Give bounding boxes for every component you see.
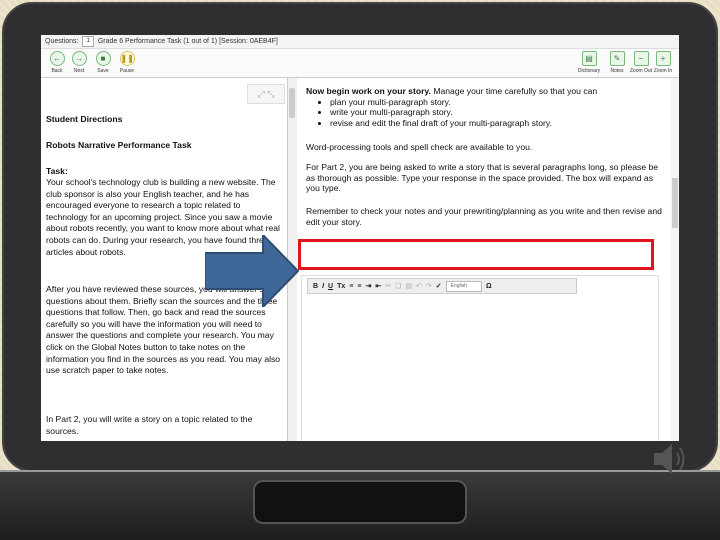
toolbar-highlight-box xyxy=(298,239,654,270)
instructions-bold: Now begin work on your story. xyxy=(306,86,431,96)
zoom-in-icon: + xyxy=(655,51,671,66)
outdent-icon[interactable]: ⇤ xyxy=(375,282,381,290)
cut-icon[interactable]: ✂ xyxy=(385,282,391,290)
special-character-button[interactable]: Ω xyxy=(486,283,492,290)
story-response-editor[interactable] xyxy=(301,275,659,441)
paste-icon[interactable]: ▤ xyxy=(405,282,412,290)
notes-icon: ✎ xyxy=(609,51,625,66)
list-item: write your multi-paragraph story. xyxy=(330,107,668,118)
zoom-in-button[interactable]: + Zoom In xyxy=(647,51,679,74)
bold-button[interactable]: B xyxy=(313,283,318,290)
list-item: revise and edit the final draft of your … xyxy=(330,118,668,129)
indent-icon[interactable]: ⇥ xyxy=(365,282,371,290)
laptop-trackpad xyxy=(253,480,467,524)
expand-pane-icon[interactable]: ⤢ ⤡ xyxy=(247,84,285,104)
directions-scroll-thumb[interactable] xyxy=(289,88,295,118)
italic-button[interactable]: I xyxy=(322,283,324,290)
list-item: plan your multi-paragraph story. xyxy=(330,97,668,108)
question-select[interactable]: 1 xyxy=(82,36,94,47)
redo-icon[interactable]: ↷ xyxy=(426,282,432,290)
tools-note: Word-processing tools and spell check ar… xyxy=(306,142,533,152)
remove-format-button[interactable]: Tx xyxy=(337,283,345,290)
next-arrow-icon: → xyxy=(71,51,87,66)
instructions-block: Now begin work on your story. Manage you… xyxy=(306,86,668,128)
instruction-list: plan your multi-paragraph story. write y… xyxy=(306,97,668,129)
bulleted-list-icon[interactable]: ≡ xyxy=(357,283,361,290)
response-scrollbar[interactable] xyxy=(671,78,679,441)
numbered-list-icon[interactable]: ≡ xyxy=(349,283,353,290)
questions-label: Questions: xyxy=(45,38,79,45)
part2-instructions: For Part 2, you are being asked to write… xyxy=(306,162,659,194)
instructions-rest: Manage your time carefully so that you c… xyxy=(430,86,598,96)
underline-button[interactable]: U xyxy=(328,283,333,290)
reminder-text: Remember to check your notes and your pr… xyxy=(306,206,662,227)
speaker-icon[interactable] xyxy=(650,438,690,480)
task-title: Robots Narrative Performance Task xyxy=(46,140,192,150)
questions-bar: Questions: 1 Grade 6 Performance Task (1… xyxy=(41,35,679,49)
directions-heading: Student Directions xyxy=(46,114,123,124)
undo-icon[interactable]: ↶ xyxy=(416,282,422,290)
test-toolbar: ← Back → Next ■ Save ❚❚ Pause ▤ Dictiona… xyxy=(41,49,679,78)
spellcheck-icon[interactable]: ✓ xyxy=(436,282,442,290)
response-scroll-thumb[interactable] xyxy=(672,178,678,228)
task-label: Task: xyxy=(46,166,68,176)
part2-paragraph: In Part 2, you will write a story on a t… xyxy=(46,414,253,436)
copy-icon[interactable]: ❏ xyxy=(395,282,401,290)
editor-toolbar: B I U Tx ≡ ≡ ⇥ ⇤ ✂ ❏ ▤ ↶ ↷ ✓ English Ω xyxy=(307,278,577,294)
language-select[interactable]: English xyxy=(445,280,482,292)
pause-button[interactable]: ❚❚ Pause xyxy=(111,51,143,74)
save-icon: ■ xyxy=(95,51,111,66)
dictionary-icon: ▤ xyxy=(581,51,597,66)
test-title: Grade 6 Performance Task (1 out of 1) [S… xyxy=(97,38,278,45)
pointer-arrow-icon xyxy=(205,235,300,307)
laptop-screen: Questions: 1 Grade 6 Performance Task (1… xyxy=(41,35,679,441)
pause-icon: ❚❚ xyxy=(119,51,135,66)
